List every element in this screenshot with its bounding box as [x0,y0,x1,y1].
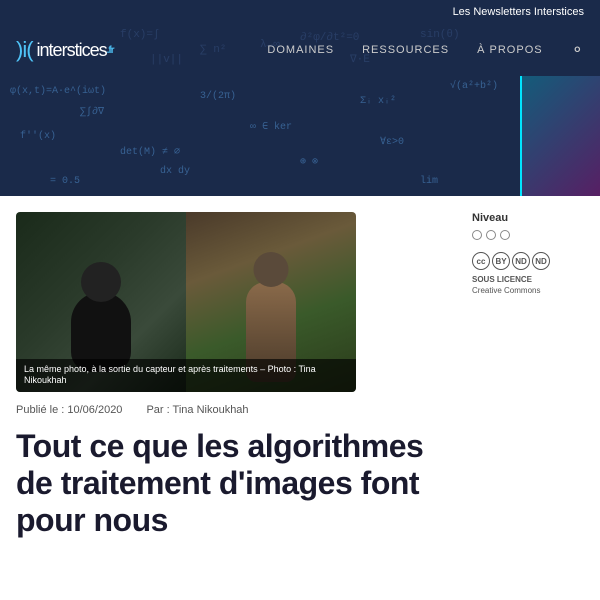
cc-by-icon: cc [472,252,490,270]
niveau-dot-1 [472,230,482,240]
article-content: La même photo, à la sortie du capteur et… [0,196,460,538]
cc-sa-icon: ND [532,252,550,270]
article-title: Tout ce que les algorithmes de traitemen… [0,424,460,538]
niveau-dot-2 [486,230,496,240]
hero-section: φ(x,t)=A·e^(iωt) ∑∫∂∇ f''(x) det(M) ≠ ∅ … [0,76,600,196]
niveau-dots [472,230,588,240]
main-content: La même photo, à la sortie du capteur et… [0,196,600,538]
top-banner[interactable]: Les Newsletters Interstices [0,0,600,24]
nav-domaines[interactable]: DOMAINES [267,44,334,56]
cc-icons: cc BY ND ND [472,252,552,270]
header: f(x)=∫ ∑ n² ∂²φ/∂t²=0 ∇·E sin(θ) ||v|| λ… [0,24,600,76]
hero-math-bg: φ(x,t)=A·e^(iωt) ∑∫∂∇ f''(x) det(M) ≠ ∅ … [0,76,600,196]
niveau-dot-3 [500,230,510,240]
cc-text: SOUS LICENCE Creative Commons [472,274,552,296]
hero-accent [520,76,600,196]
article-image: La même photo, à la sortie du capteur et… [16,212,356,392]
published-date: Publié le : 10/06/2020 [16,404,122,416]
newsletter-link[interactable]: Les Newsletters Interstices [453,6,584,18]
main-nav: DOMAINES RESSOURCES À PROPOS ⚬ [267,40,584,60]
site-logo[interactable]: )i( interstices .fr [16,37,114,63]
sidebar: Niveau cc BY ND ND SOUS LICENCE Creative… [460,196,600,538]
cc-nd-icon: ND [512,252,530,270]
image-caption: La même photo, à la sortie du capteur et… [16,359,356,392]
niveau-label: Niveau [472,212,588,224]
cc-license-badge[interactable]: cc BY ND ND SOUS LICENCE Creative Common… [472,252,552,296]
article-meta: Publié le : 10/06/2020 Par : Tina Nikouk… [0,392,460,424]
cc-nc-icon: BY [492,252,510,270]
nav-ressources[interactable]: RESSOURCES [362,44,449,56]
search-icon[interactable]: ⚬ [571,40,584,60]
nav-apropos[interactable]: À PROPOS [477,44,542,56]
author-name: Par : Tina Nikoukhah [146,404,248,416]
